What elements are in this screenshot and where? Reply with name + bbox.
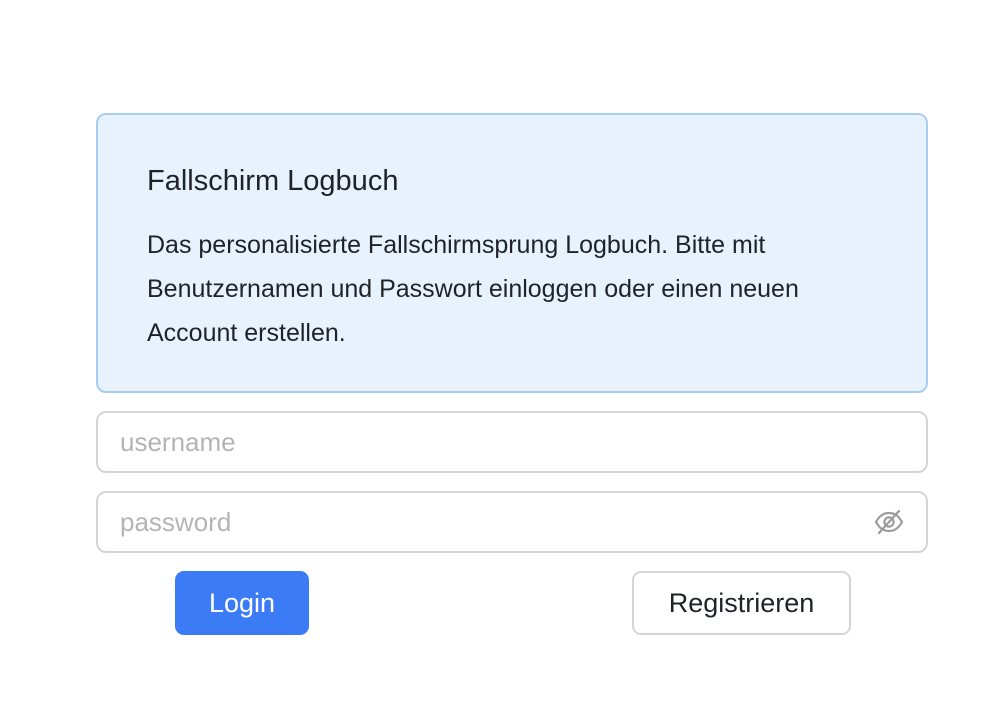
eye-slash-icon[interactable] (874, 509, 904, 535)
password-input[interactable] (98, 493, 926, 551)
login-page: Fallschirm Logbuch Das personalisierte F… (0, 0, 1004, 726)
username-input[interactable] (98, 413, 926, 471)
app-description: Das personalisierte Fallschirmsprung Log… (147, 231, 799, 347)
password-field (96, 491, 928, 553)
register-button[interactable]: Registrieren (632, 571, 851, 635)
username-field (96, 411, 928, 473)
login-button[interactable]: Login (175, 571, 309, 635)
info-card: Fallschirm Logbuch Das personalisierte F… (96, 113, 928, 393)
app-title: Fallschirm Logbuch (147, 165, 399, 197)
